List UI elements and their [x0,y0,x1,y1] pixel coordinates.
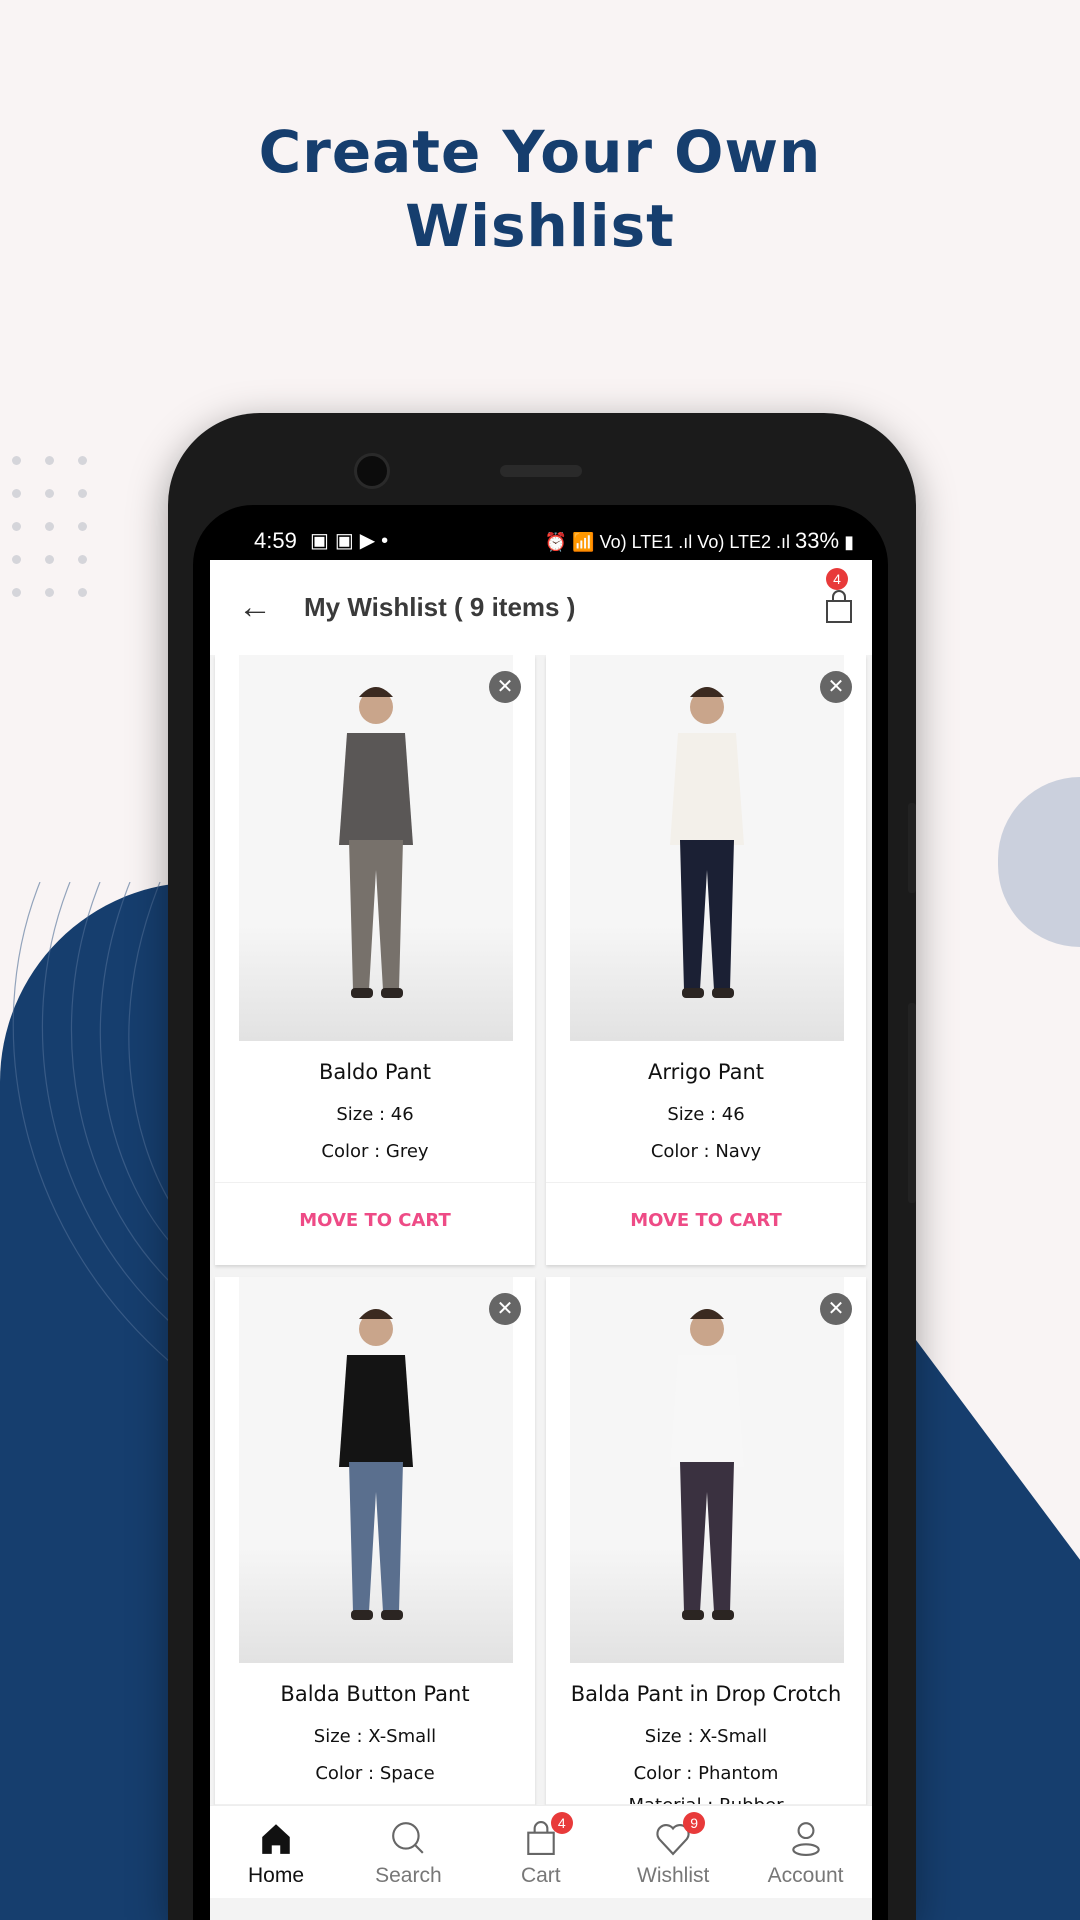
product-image[interactable] [570,655,844,1041]
dot [45,555,54,564]
decorative-arcs [12,882,170,1363]
dot [78,489,87,498]
back-button[interactable]: ← [238,588,272,627]
nav-label: Search [375,1864,442,1887]
nav-badge: 4 [550,1812,573,1834]
wishlist-card[interactable]: ✕ Arrigo Pant Size : 46 Color : Navy MOV… [546,655,866,1265]
nav-badge: 9 [683,1812,706,1834]
product-size: Size : X-Small [313,1726,437,1747]
background-circle [998,777,1080,947]
nav-account[interactable]: Account [740,1806,872,1899]
nav-wishlist[interactable]: 9 Wishlist [607,1806,739,1899]
nav-label: Account [767,1864,844,1887]
bottom-nav: Home Search 4 Cart 9 Wishlist Account [210,1805,872,1898]
remove-item-button[interactable]: ✕ [820,671,852,703]
product-image[interactable] [239,655,513,1041]
notification-icons: ▣▣▶• [310,530,395,552]
dot [78,522,87,531]
wishlist-card[interactable]: ✕ Balda Pant in Drop Crotch Size : X-Sma… [546,1277,866,1887]
headline-line-1: Create Your Own [258,118,822,186]
cart-badge: 4 [826,568,848,590]
wishlist-card[interactable]: ✕ Baldo Pant Size : 46 Color : Grey MOVE… [215,655,535,1265]
user-icon [791,1822,820,1856]
product-image[interactable] [239,1277,513,1663]
status-time: 4:59 [254,528,297,553]
dot [12,588,21,597]
nav-search[interactable]: Search [342,1806,474,1899]
product-size: Size : X-Small [644,1726,768,1747]
divider [546,1182,866,1183]
divider [215,1182,535,1183]
product-name: Balda Pant in Drop Crotch [570,1682,842,1706]
product-image[interactable] [570,1277,844,1663]
product-name: Baldo Pant [318,1060,432,1084]
nav-cart[interactable]: 4 Cart [475,1806,607,1899]
search-icon [392,1822,424,1854]
signal-icons: ⏰ 📶 Vo) LTE1 .ıl Vo) LTE2 .ıl [544,532,791,552]
move-to-cart-button[interactable]: MOVE TO CART [215,1210,535,1231]
power-button [908,1003,916,1203]
dot [12,456,21,465]
dot [12,522,21,531]
dot [45,489,54,498]
cart-icon[interactable] [824,590,854,624]
remove-item-button[interactable]: ✕ [489,671,521,703]
camera [354,453,390,489]
nav-label: Home [247,1864,305,1887]
page-title: My Wishlist ( 9 items ) [304,592,576,622]
page-headline: Create Your Own Wishlist [0,115,1080,263]
status-right: ⏰ 📶 Vo) LTE1 .ıl Vo) LTE2 .ıl 33% ▮ [545,528,854,554]
product-color: Color : Phantom [633,1763,779,1784]
dot [45,588,54,597]
app-header: ← My Wishlist ( 9 items ) 4 [210,560,872,655]
product-size: Size : 46 [667,1104,745,1125]
move-to-cart-button[interactable]: MOVE TO CART [546,1210,866,1231]
product-color: Color : Space [315,1763,435,1784]
headline-line-2: Wishlist [405,192,675,260]
dot [78,555,87,564]
product-color: Color : Navy [650,1141,762,1162]
dot [12,489,21,498]
volume-button [908,803,916,893]
remove-item-button[interactable]: ✕ [820,1293,852,1325]
battery-icon: ▮ [844,532,854,552]
battery-level: 33% [795,528,840,553]
product-size: Size : 46 [336,1104,414,1125]
nav-label: Wishlist [637,1864,710,1887]
remove-item-button[interactable]: ✕ [489,1293,521,1325]
app-screen: ✕ Baldo Pant Size : 46 Color : Grey MOVE… [210,560,872,1920]
dot [78,588,87,597]
nav-home[interactable]: Home [210,1806,342,1899]
status-bar: 4:59 ▣▣▶• ⏰ 📶 Vo) LTE1 .ıl Vo) LTE2 .ıl … [210,520,872,560]
dot [12,555,21,564]
product-name: Balda Button Pant [280,1682,470,1706]
product-name: Arrigo Pant [647,1060,765,1084]
dot [78,456,87,465]
wishlist-card[interactable]: ✕ Balda Button Pant Size : X-Small Color… [215,1277,535,1887]
nav-label: Cart [520,1864,561,1887]
speaker [500,465,582,477]
dot [45,456,54,465]
dot [45,522,54,531]
home-icon [262,1824,290,1854]
product-color: Color : Grey [321,1141,429,1162]
